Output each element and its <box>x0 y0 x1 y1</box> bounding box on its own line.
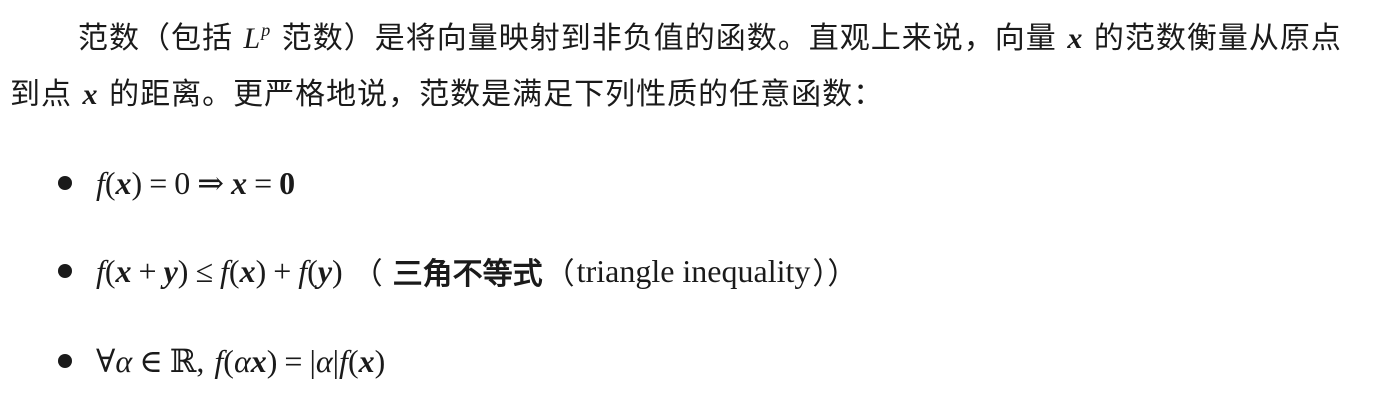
bullet-icon <box>58 176 72 190</box>
lp-superscript: p <box>261 20 272 40</box>
paren-open: ( <box>223 343 234 379</box>
alpha-symbol: α <box>315 343 333 379</box>
equals-sign: = <box>254 165 273 201</box>
vector-x: x <box>250 343 267 379</box>
paren-close: ) <box>332 252 343 289</box>
vector-y: y <box>317 252 333 289</box>
func-f: f <box>339 343 348 379</box>
leq-sign: ≤ <box>195 252 214 289</box>
func-f: f <box>214 343 224 379</box>
vector-x: x <box>115 165 132 201</box>
alpha-symbol: α <box>233 343 251 379</box>
vector-x: x <box>239 252 256 289</box>
lp-base: L <box>243 22 262 55</box>
bullet-icon <box>58 354 72 368</box>
paren-close: ) <box>374 343 386 379</box>
paren-open: ( <box>307 252 318 289</box>
equals-sign: = <box>284 343 303 379</box>
intro-paragraph: 范数（包括 Lp 范数）是将向量映射到非负值的函数。直观上来说，向量 x 的范数… <box>10 2 1370 123</box>
triangle-inequality-cn: 三角不等式 <box>392 257 543 292</box>
document-page: 范数（包括 Lp 范数）是将向量映射到非负值的函数。直观上来说，向量 x 的范数… <box>0 0 1384 409</box>
vector-x: x <box>358 343 375 379</box>
plus-sign: + <box>273 252 292 289</box>
paragraph-text-2: 范数）是将向量映射到非负值的函数。直观上来说，向量 <box>271 21 1068 56</box>
paren-open: ( <box>104 165 116 201</box>
triangle-inequality-en: triangle inequality <box>576 252 811 289</box>
vector-x-symbol: x <box>1067 22 1084 55</box>
func-f: f <box>96 165 105 201</box>
note-paren-close: ）） <box>812 257 858 292</box>
zero: 0 <box>174 165 191 201</box>
note-paren-open: （ <box>352 257 383 292</box>
list-item: f(x) = 0 ⇒ x = 0 <box>58 158 295 208</box>
paren-close: ) <box>255 252 267 289</box>
vector-x: x <box>115 252 132 289</box>
zero-vector: 0 <box>279 165 296 201</box>
bullet-icon <box>58 264 72 278</box>
forall-symbol: ∀ <box>96 343 116 379</box>
property-formula-3: ∀α ∈ ℝ, f(αx) = |α|f(x) <box>96 342 385 380</box>
paren-open: ( <box>104 252 116 289</box>
vector-x-symbol-2: x <box>82 78 99 111</box>
implies-arrow: ⇒ <box>197 165 225 201</box>
paren-open: ( <box>228 252 240 289</box>
note-paren-open-2: （ <box>544 257 575 292</box>
property-formula-1: f(x) = 0 ⇒ x = 0 <box>96 164 295 202</box>
paren-close: ) <box>266 343 278 379</box>
list-item: f(x + y) ≤ f(x) + f(y) （三角不等式（triangle inequal… <box>58 246 859 296</box>
func-f: f <box>298 252 308 289</box>
plus-sign: + <box>138 252 157 289</box>
func-f: f <box>220 252 229 289</box>
paragraph-text-1: 范数（包括 <box>78 21 244 56</box>
paren-close: ) <box>131 165 143 201</box>
vector-y: y <box>163 252 178 289</box>
alpha-symbol: α <box>115 343 133 379</box>
vector-x: x <box>231 165 248 201</box>
paragraph-text-4: 的距离。更严格地说，范数是满足下列性质的任意函数： <box>98 77 885 112</box>
func-f: f <box>96 252 105 289</box>
equals-sign: = <box>149 165 168 201</box>
property-formula-2: f(x + y) ≤ f(x) + f(y) <box>96 253 343 290</box>
list-item: ∀α ∈ ℝ, f(αx) = |α|f(x) <box>58 336 385 386</box>
element-of-symbol: ∈ <box>139 343 163 379</box>
paren-open: ( <box>347 343 359 379</box>
reals-symbol: ℝ, <box>169 343 205 379</box>
paren-close: ) <box>177 252 189 289</box>
